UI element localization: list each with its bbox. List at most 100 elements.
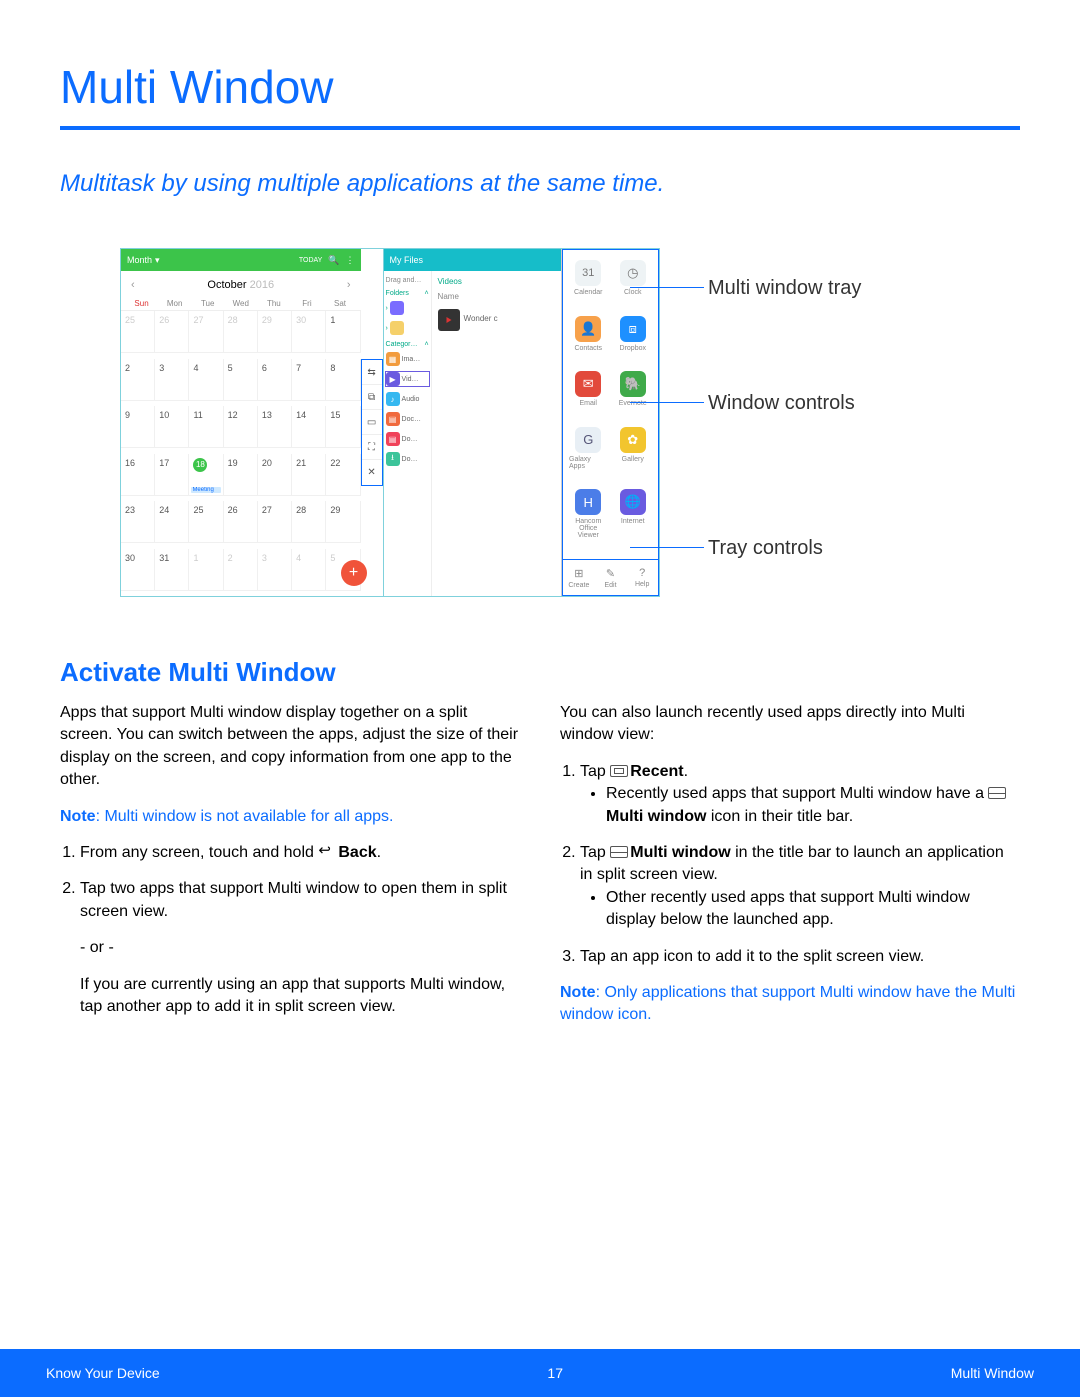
dow-mon: Mon: [158, 299, 191, 308]
cal-cell[interactable]: 26: [224, 501, 258, 543]
category-row[interactable]: ▶Vid…: [386, 372, 429, 386]
cal-cell[interactable]: 20: [258, 454, 292, 496]
drag-icon[interactable]: ⧉: [362, 385, 382, 410]
tray-app-evernote[interactable]: 🐘Evernote: [614, 371, 653, 421]
meeting-tag[interactable]: Meeting: [191, 487, 220, 493]
cal-cell[interactable]: 19: [224, 454, 258, 496]
more-icon[interactable]: ⋮: [346, 255, 355, 266]
cal-cell[interactable]: 22: [326, 454, 360, 496]
category-row[interactable]: ▤Doc…: [386, 412, 429, 426]
tray-app-galaxyapps[interactable]: GGalaxy Apps: [569, 427, 608, 484]
close-icon[interactable]: ✕: [362, 460, 382, 485]
page-subtitle: Multitask by using multiple applications…: [60, 170, 1020, 198]
cal-cell[interactable]: 16: [121, 454, 155, 496]
cal-cell[interactable]: 4: [292, 549, 326, 591]
cal-cell[interactable]: 3: [258, 549, 292, 591]
swap-icon[interactable]: ⇆: [362, 360, 382, 385]
category-label: Doc…: [402, 416, 421, 423]
category-row[interactable]: ▤Do…: [386, 432, 429, 446]
cal-cell[interactable]: 13: [258, 406, 292, 448]
cal-cell[interactable]: 23: [121, 501, 155, 543]
cal-cell[interactable]: 2: [121, 359, 155, 401]
tray-create-button[interactable]: ⊞Create: [563, 560, 595, 595]
minimize-icon[interactable]: ▭: [362, 410, 382, 435]
cal-cell[interactable]: 25: [189, 501, 223, 543]
tray-edit-button[interactable]: ✎Edit: [595, 560, 627, 595]
tray-label: Clock: [624, 289, 642, 296]
tray-app-clock[interactable]: ◷Clock: [614, 260, 653, 310]
calendar-view-label[interactable]: Month: [127, 255, 152, 265]
dow-wed: Wed: [224, 299, 257, 308]
step-text: From any screen, touch and hold: [80, 844, 318, 861]
dropbox-icon: ⧈: [620, 316, 646, 342]
chevron-down-icon[interactable]: ▾: [155, 255, 160, 266]
cal-cell[interactable]: 26: [155, 311, 189, 353]
next-month-button[interactable]: ›: [347, 279, 351, 291]
category-row[interactable]: ♪Audio: [386, 392, 429, 406]
r-step-2-bullet: Other recently used apps that support Mu…: [606, 887, 1020, 932]
cal-cell[interactable]: 27: [189, 311, 223, 353]
cal-cell[interactable]: 29: [326, 501, 360, 543]
tray-app-contacts[interactable]: 👤Contacts: [569, 316, 608, 366]
cal-cell[interactable]: 9: [121, 406, 155, 448]
prev-month-button[interactable]: ‹: [131, 279, 135, 291]
cal-cell[interactable]: 3: [155, 359, 189, 401]
footer-left: Know Your Device: [46, 1365, 160, 1381]
cal-cell-today[interactable]: 18Meeting: [189, 454, 223, 496]
cal-cell[interactable]: 31: [155, 549, 189, 591]
cal-cell[interactable]: 2: [224, 549, 258, 591]
control-label: Help: [635, 581, 649, 588]
categories-heading[interactable]: Categor…: [386, 341, 418, 348]
tray-app-hancom[interactable]: HHancom Office Viewer: [569, 489, 608, 553]
cal-cell[interactable]: 28: [224, 311, 258, 353]
category-row[interactable]: ⭳Do…: [386, 452, 429, 466]
step-bold: Recent: [630, 763, 683, 780]
r-step-1: Tap Recent. Recently used apps that supp…: [580, 761, 1020, 828]
cal-cell[interactable]: 6: [258, 359, 292, 401]
tray-label: Calendar: [574, 289, 602, 296]
videos-link[interactable]: Videos: [438, 277, 555, 286]
add-event-button[interactable]: +: [341, 560, 367, 586]
cal-cell[interactable]: 5: [224, 359, 258, 401]
search-icon[interactable]: 🔍: [328, 255, 339, 266]
cal-cell[interactable]: 30: [292, 311, 326, 353]
category-label: Vid…: [402, 376, 419, 383]
cal-cell[interactable]: 14: [292, 406, 326, 448]
tray-app-gallery[interactable]: ✿Gallery: [614, 427, 653, 484]
tray-app-internet[interactable]: 🌐Internet: [614, 489, 653, 553]
cal-cell[interactable]: 24: [155, 501, 189, 543]
cal-cell[interactable]: 12: [224, 406, 258, 448]
cal-cell[interactable]: 1: [189, 549, 223, 591]
cal-cell[interactable]: 21: [292, 454, 326, 496]
cal-cell[interactable]: 28: [292, 501, 326, 543]
cal-cell[interactable]: 7: [292, 359, 326, 401]
tray-app-calendar[interactable]: 31Calendar: [569, 260, 608, 310]
cal-cell[interactable]: 1: [326, 311, 360, 353]
r-step-3: Tap an app icon to add it to the split s…: [580, 946, 1020, 968]
bullet-text: Recently used apps that support Multi wi…: [606, 785, 988, 802]
category-row[interactable]: ▦Ima…: [386, 352, 429, 366]
step-text: .: [377, 844, 381, 861]
chevron-up-icon[interactable]: ˄: [424, 290, 428, 297]
cal-cell[interactable]: 17: [155, 454, 189, 496]
tray-help-button[interactable]: ?Help: [626, 560, 658, 595]
folder-row[interactable]: ›: [386, 321, 429, 335]
cal-cell[interactable]: 27: [258, 501, 292, 543]
cal-cell[interactable]: 15: [326, 406, 360, 448]
cal-cell[interactable]: 30: [121, 549, 155, 591]
file-name[interactable]: Wonder c: [464, 314, 498, 323]
folder-row[interactable]: ›: [386, 301, 429, 315]
maximize-icon[interactable]: ⛶: [362, 435, 382, 460]
cal-cell[interactable]: 29: [258, 311, 292, 353]
chevron-up-icon[interactable]: ˄: [424, 341, 428, 348]
today-button[interactable]: TODAY: [299, 257, 322, 264]
tray-app-dropbox[interactable]: ⧈Dropbox: [614, 316, 653, 366]
cal-cell[interactable]: 10: [155, 406, 189, 448]
folders-heading[interactable]: Folders: [386, 290, 409, 297]
video-thumb-icon[interactable]: [438, 309, 460, 331]
cal-cell[interactable]: 25: [121, 311, 155, 353]
cal-cell[interactable]: 8: [326, 359, 360, 401]
cal-cell[interactable]: 11: [189, 406, 223, 448]
tray-app-email[interactable]: ✉Email: [569, 371, 608, 421]
cal-cell[interactable]: 4: [189, 359, 223, 401]
